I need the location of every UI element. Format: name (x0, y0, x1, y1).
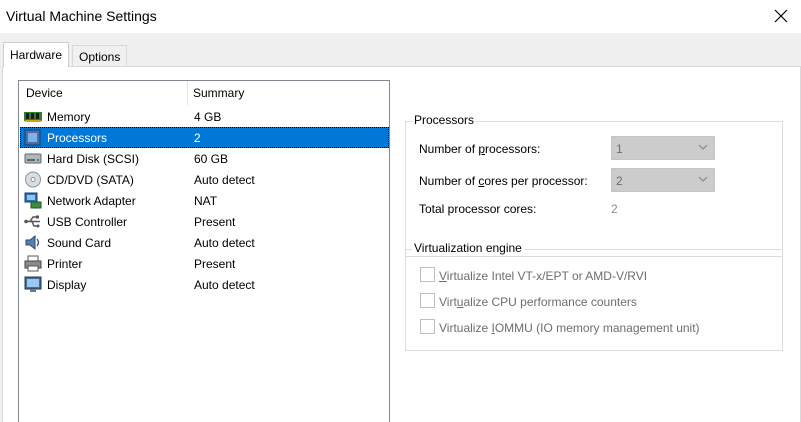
tab-options[interactable]: Options (72, 45, 128, 67)
memory-icon (24, 112, 42, 122)
device-summary: 4 GB (194, 110, 222, 124)
total-cores-label: Total processor cores: (419, 202, 537, 216)
speaker-icon (25, 234, 40, 251)
virtualize-perf-counters-label[interactable]: Virtualize CPU performance counters (439, 295, 637, 309)
cores-per-processor-label: Number of cores per processor: (419, 174, 588, 188)
device-row-display[interactable]: Display Auto detect (20, 274, 389, 295)
virtualize-vtx-checkbox[interactable] (420, 267, 435, 282)
total-cores-value: 2 (611, 202, 618, 216)
processors-group-title: Processors (412, 113, 477, 127)
device-summary: Auto detect (194, 173, 255, 187)
device-row-memory[interactable]: Memory 4 GB (20, 106, 389, 127)
device-list[interactable]: Device Summary Memory 4 GB Processors 2 … (18, 80, 390, 422)
column-header-summary[interactable]: Summary (193, 86, 244, 100)
virtualization-engine-group: Virtualization engine Virtualize Intel V… (405, 241, 783, 351)
printer-icon (24, 255, 42, 272)
column-separator[interactable] (187, 81, 188, 105)
chevron-down-icon (698, 144, 708, 150)
device-name: Printer (47, 257, 83, 271)
virtualize-perf-counters-checkbox[interactable] (420, 293, 435, 308)
cd-dvd-icon (25, 171, 41, 188)
device-row-processors[interactable]: Processors 2 (20, 127, 389, 148)
num-processors-label: Number of processors: (419, 142, 541, 156)
device-name: CD/DVD (SATA) (47, 173, 134, 187)
device-row-printer[interactable]: Printer Present (20, 253, 389, 274)
device-summary: NAT (194, 194, 218, 208)
tab-hardware[interactable]: Hardware (3, 42, 70, 67)
device-row-cd-dvd[interactable]: CD/DVD (SATA) Auto detect (20, 169, 389, 190)
device-summary: Present (194, 257, 236, 271)
device-list-header: Device Summary (19, 81, 389, 106)
device-summary: Auto detect (194, 278, 255, 292)
virtualization-group-title: Virtualization engine (412, 241, 524, 255)
processors-group: Processors Number of processors: 1 Numbe… (405, 113, 783, 257)
device-summary: Auto detect (194, 236, 255, 250)
device-summary: 2 (194, 131, 201, 145)
device-name: Sound Card (47, 236, 112, 250)
device-summary: Present (194, 215, 236, 229)
cores-per-processor-value: 2 (616, 174, 623, 188)
virtualize-iommu-label[interactable]: Virtualize IOMMU (IO memory management u… (439, 321, 700, 335)
column-header-device[interactable]: Device (26, 86, 63, 100)
usb-icon (24, 215, 40, 228)
title-bar: Virtual Machine Settings (0, 0, 801, 32)
device-name: Display (47, 278, 87, 292)
network-adapter-icon (24, 192, 42, 209)
device-row-usb-controller[interactable]: USB Controller Present (20, 211, 389, 232)
device-name: Network Adapter (47, 194, 136, 208)
virtualize-iommu-checkbox[interactable] (420, 319, 435, 334)
close-icon (774, 9, 788, 23)
device-name: USB Controller (47, 215, 128, 229)
device-name: Hard Disk (SCSI) (47, 152, 140, 166)
device-row-network-adapter[interactable]: Network Adapter NAT (20, 190, 389, 211)
close-button[interactable] (766, 2, 796, 30)
hard-disk-icon (24, 153, 42, 164)
cores-per-processor-select[interactable]: 2 (611, 168, 715, 192)
device-summary: 60 GB (194, 152, 229, 166)
device-row-hard-disk[interactable]: Hard Disk (SCSI) 60 GB (20, 148, 389, 169)
device-name: Memory (47, 110, 91, 124)
display-icon (24, 276, 42, 292)
num-processors-select[interactable]: 1 (611, 136, 715, 160)
virtualize-vtx-label[interactable]: Virtualize Intel VT-x/EPT or AMD-V/RVI (439, 269, 647, 283)
device-row-sound-card[interactable]: Sound Card Auto detect (20, 232, 389, 253)
window-title: Virtual Machine Settings (6, 8, 157, 24)
hardware-tab-page: Device Summary Memory 4 GB Processors 2 … (2, 66, 801, 422)
dialog-body: Hardware Options Device Summary Memory 4… (0, 33, 801, 422)
processor-icon (24, 129, 41, 146)
device-name: Processors (47, 131, 108, 145)
chevron-down-icon (698, 176, 708, 182)
num-processors-value: 1 (616, 142, 623, 156)
